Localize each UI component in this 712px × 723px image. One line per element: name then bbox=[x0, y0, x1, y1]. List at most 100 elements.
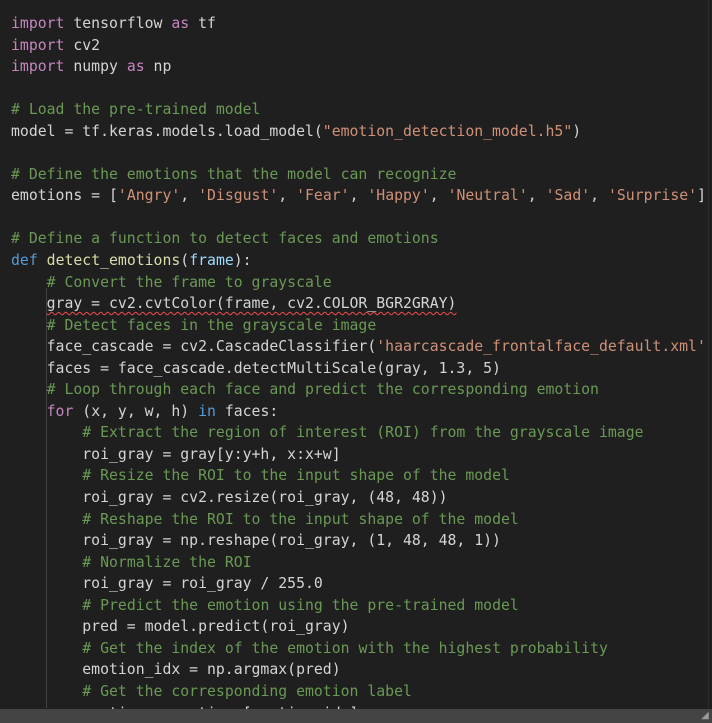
code-token: import bbox=[11, 58, 65, 76]
code-line[interactable]: for (x, y, w, h) in faces: bbox=[11, 401, 708, 423]
code-line[interactable]: # Get the index of the emotion with the … bbox=[11, 638, 708, 660]
code-line[interactable]: roi_gray = cv2.resize(roi_gray, (48, 48)… bbox=[11, 487, 708, 509]
code-line[interactable]: roi_gray = gray[y:y+h, x:x+w] bbox=[11, 444, 708, 466]
code-token: np bbox=[144, 58, 172, 76]
code-line[interactable]: # Resize the ROI to the input shape of t… bbox=[11, 465, 708, 487]
code-content[interactable]: import tensorflow as tf import cv2 import … bbox=[11, 13, 708, 709]
code-line[interactable]: pred = model.predict(roi_gray) bbox=[11, 616, 708, 638]
code-line[interactable]: import tensorflow as tf bbox=[11, 13, 708, 35]
code-token: import bbox=[11, 15, 65, 32]
code-token: (x, y, w, h) bbox=[73, 402, 199, 420]
code-token: , bbox=[429, 187, 448, 205]
code-line[interactable]: # Normalize the ROI bbox=[11, 552, 708, 574]
code-line[interactable]: model = tf.keras.models.load_model("emot… bbox=[11, 121, 708, 143]
code-token: ) bbox=[572, 122, 582, 140]
code-token: as bbox=[171, 15, 190, 32]
code-token: , bbox=[278, 187, 297, 205]
code-line[interactable]: roi_gray = np.reshape(roi_gray, (1, 48, … bbox=[11, 530, 708, 552]
code-comment: # Normalize the ROI bbox=[82, 553, 252, 571]
code-string: 'Happy' bbox=[367, 187, 430, 205]
code-token: , bbox=[527, 187, 546, 205]
code-token: faces: bbox=[215, 402, 279, 420]
horizontal-scrollbar[interactable] bbox=[0, 709, 712, 723]
code-comment: # Convert the frame to grayscale bbox=[46, 273, 332, 291]
code-token: cv2 bbox=[64, 36, 101, 54]
code-token: model = tf.keras.models.load_model( bbox=[11, 122, 323, 140]
code-token: for bbox=[46, 402, 74, 420]
code-token: detect_emotions bbox=[46, 252, 181, 270]
code-line[interactable]: emotion_idx = np.argmax(pred) bbox=[11, 659, 708, 681]
code-line[interactable]: # Convert the frame to grayscale bbox=[11, 272, 708, 294]
resize-grip-icon[interactable]: ◢ bbox=[700, 710, 710, 722]
code-comment: # Load the pre-trained model bbox=[11, 101, 261, 119]
code-string: 'Surprise' bbox=[607, 187, 698, 205]
code-line[interactable]: # Detect faces in the grayscale image bbox=[11, 315, 708, 337]
code-comment: # Define the emotions that the model can… bbox=[11, 165, 457, 183]
code-comment: # Get the index of the emotion with the … bbox=[82, 639, 608, 657]
code-line[interactable]: roi_gray = roi_gray / 255.0 bbox=[11, 573, 708, 595]
code-line[interactable] bbox=[11, 207, 708, 229]
code-editor[interactable]: import tensorflow as tf import cv2 import … bbox=[0, 0, 709, 709]
code-string: 'haarcascade_frontalface_default.xml' bbox=[376, 338, 706, 356]
code-token: tensorflow bbox=[64, 15, 172, 32]
code-line[interactable]: # Loop through each face and predict the… bbox=[11, 379, 708, 401]
code-line[interactable]: face_cascade = cv2.CascadeClassifier('ha… bbox=[11, 336, 708, 358]
code-token: , bbox=[590, 187, 608, 205]
code-line[interactable]: faces = face_cascade.detectMultiScale(gr… bbox=[11, 358, 708, 380]
code-token: pred = model.predict(roi_gray) bbox=[11, 618, 350, 636]
code-string: 'Disgust' bbox=[198, 187, 279, 205]
code-token: face_cascade = cv2.CascadeClassifier( bbox=[11, 338, 377, 356]
code-line[interactable]: # Predict the emotion using the pre-trai… bbox=[11, 595, 708, 617]
code-line[interactable]: import numpy as np bbox=[11, 56, 708, 78]
code-comment: # Extract the region of interest (ROI) f… bbox=[82, 424, 644, 442]
code-line[interactable]: # Define the emotions that the model can… bbox=[11, 164, 708, 186]
code-token: def bbox=[11, 252, 38, 270]
code-line[interactable]: gray = cv2.cvtColor(frame, cv2.COLOR_BGR… bbox=[11, 293, 708, 315]
code-token: import bbox=[11, 36, 65, 54]
code-string: 'Angry' bbox=[117, 187, 181, 205]
code-line[interactable]: emotions = ['Angry', 'Disgust', 'Fear', … bbox=[11, 185, 708, 207]
code-comment: # Resize the ROI to the input shape of t… bbox=[82, 467, 510, 485]
code-token: ( bbox=[180, 252, 190, 270]
code-line[interactable]: def detect_emotions(frame): bbox=[11, 250, 708, 272]
code-line[interactable] bbox=[11, 78, 708, 100]
code-token: frame bbox=[189, 252, 234, 270]
code-token: faces = face_cascade.detectMultiScale(gr… bbox=[11, 359, 501, 377]
code-token: ): bbox=[233, 252, 252, 270]
code-line[interactable]: import cv2 bbox=[11, 35, 708, 57]
code-token: , bbox=[349, 187, 368, 205]
code-token: , bbox=[180, 187, 199, 205]
code-line[interactable]: # Get the corresponding emotion label bbox=[11, 681, 708, 703]
code-line[interactable]: # Reshape the ROI to the input shape of … bbox=[11, 509, 708, 531]
code-token: in bbox=[198, 402, 216, 420]
code-comment: # Get the corresponding emotion label bbox=[82, 682, 412, 700]
code-line[interactable]: # Extract the region of interest (ROI) f… bbox=[11, 422, 708, 444]
code-token: ] bbox=[697, 187, 706, 205]
code-token: tf bbox=[189, 15, 216, 32]
code-token: ) bbox=[706, 338, 708, 355]
code-token: roi_gray = np.reshape(roi_gray, (1, 48, … bbox=[11, 532, 501, 550]
code-token: roi_gray = cv2.resize(roi_gray, (48, 48)… bbox=[11, 489, 448, 507]
code-string: "emotion_detection_model.h5" bbox=[322, 122, 573, 140]
code-token: as bbox=[126, 58, 145, 76]
code-line[interactable] bbox=[11, 142, 708, 164]
code-token: gray = cv2.cvtColor(frame, cv2.COLOR_BGR… bbox=[46, 295, 457, 313]
code-line[interactable]: # Define a function to detect faces and … bbox=[11, 228, 708, 250]
code-comment: # Reshape the ROI to the input shape of … bbox=[82, 510, 519, 528]
code-comment: # Loop through each face and predict the… bbox=[46, 381, 599, 399]
code-token: roi_gray = gray[y:y+h, x:x+w] bbox=[11, 445, 341, 463]
code-token: emotion_idx = np.argmax(pred) bbox=[11, 661, 341, 679]
code-string: 'Sad' bbox=[545, 187, 591, 205]
code-line[interactable]: # Load the pre-trained model bbox=[11, 99, 708, 121]
